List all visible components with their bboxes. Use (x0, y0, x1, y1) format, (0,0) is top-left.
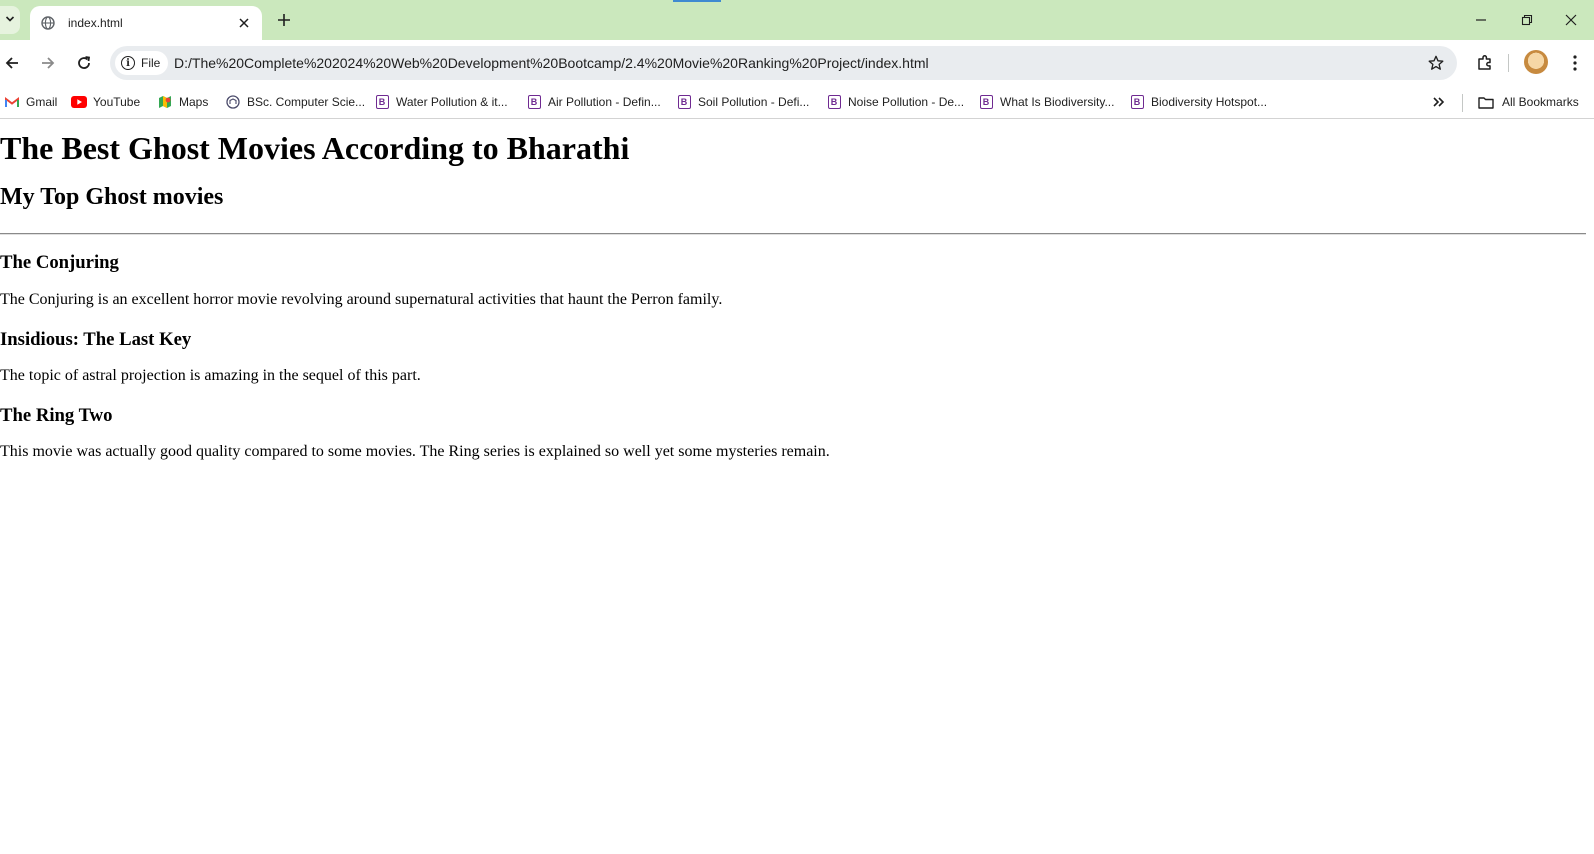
bookmark-label: YouTube (93, 95, 141, 109)
folder-icon (1478, 94, 1494, 110)
bookmark-page-icon: B (374, 94, 390, 110)
site-info-label: File (141, 56, 161, 70)
bookmark-page-icon: B (676, 94, 692, 110)
arrow-right-icon (42, 57, 55, 69)
page-subtitle: My Top Ghost movies (0, 184, 224, 210)
extensions-icon[interactable] (1470, 48, 1500, 78)
bookmark-gmail[interactable]: Gmail (4, 92, 57, 112)
bookmark-page-icon: B (526, 94, 542, 110)
plus-icon (278, 14, 290, 26)
maps-icon (157, 94, 173, 110)
movie-title: The Conjuring (0, 252, 119, 273)
bookmark-label: Noise Pollution - De... (848, 95, 965, 109)
toolbar-divider (1508, 54, 1509, 72)
bookmark-maps[interactable]: Maps (157, 92, 208, 112)
reload-button[interactable] (68, 47, 100, 79)
bookmark-page-icon: B (826, 94, 842, 110)
bookmark-label: Air Pollution - Defin... (548, 95, 661, 109)
bookmark-noise-pollution[interactable]: B Noise Pollution - De... (826, 92, 964, 112)
movie-description: The Conjuring is an excellent horror mov… (0, 291, 723, 308)
reload-icon (78, 56, 91, 69)
back-button[interactable] (0, 47, 28, 79)
restore-icon (1521, 14, 1533, 26)
movie-description: The topic of astral projection is amazin… (0, 367, 421, 384)
tab-title: index.html (68, 16, 123, 30)
tab-search-button[interactable] (0, 6, 20, 34)
site-info-chip[interactable]: i File (115, 51, 169, 75)
bookmarks-divider (1462, 94, 1463, 112)
bookmark-label: What Is Biodiversity... (1000, 95, 1115, 109)
bookmark-label: Maps (179, 95, 209, 109)
page-title: The Best Ghost Movies According to Bhara… (0, 130, 630, 166)
bookmark-label: Water Pollution & it... (396, 95, 508, 109)
bookmark-star-icon[interactable] (1425, 52, 1447, 74)
bookmark-page-icon: B (978, 94, 994, 110)
bookmark-air-pollution[interactable]: B Air Pollution - Defin... (526, 92, 661, 112)
close-icon (1565, 14, 1577, 26)
close-window-button[interactable] (1548, 0, 1594, 40)
tab-active[interactable]: index.html (30, 6, 262, 40)
bookmarks-bar: Gmail YouTube Maps BSc. Computer Scie...… (0, 86, 1594, 119)
browser-toolbar: i File D:/The%20Complete%202024%20Web%20… (0, 40, 1594, 86)
bookmark-what-is-biodiversity[interactable]: B What Is Biodiversity... (978, 92, 1114, 112)
gmail-icon (4, 94, 20, 110)
bookmark-water-pollution[interactable]: B Water Pollution & it... (374, 92, 508, 112)
more-menu-icon[interactable] (1560, 48, 1590, 78)
bookmark-page-icon: B (1129, 94, 1145, 110)
profile-avatar[interactable] (1524, 50, 1548, 74)
movie-title: The Ring Two (0, 405, 113, 426)
horizontal-rule (0, 233, 1586, 235)
bookmark-label: Soil Pollution - Defi... (698, 95, 810, 109)
movie-description: This movie was actually good quality com… (0, 443, 830, 460)
info-icon: i (121, 56, 135, 70)
bookmark-soil-pollution[interactable]: B Soil Pollution - Defi... (676, 92, 809, 112)
url-text[interactable]: D:/The%20Complete%202024%20Web%20Develop… (174, 46, 929, 80)
chevron-down-icon (5, 11, 15, 29)
forward-button[interactable] (32, 47, 64, 79)
youtube-icon (71, 94, 87, 110)
all-bookmarks-label: All Bookmarks (1502, 95, 1579, 109)
bookmark-label: BSc. Computer Scie... (247, 95, 366, 109)
restore-button[interactable] (1504, 0, 1550, 40)
bookmark-biodiversity-hotspot[interactable]: B Biodiversity Hotspot... (1129, 92, 1267, 112)
bookmark-bsc-computer-science[interactable]: BSc. Computer Scie... (225, 92, 365, 112)
arrow-left-icon (5, 57, 18, 69)
minimize-icon (1476, 19, 1486, 21)
all-bookmarks-button[interactable]: All Bookmarks (1478, 92, 1579, 112)
bookmarks-overflow-chevron-icon[interactable] (1428, 92, 1450, 112)
globe-icon (40, 15, 56, 31)
bookmark-label: Gmail (26, 95, 58, 109)
title-bar: index.html (0, 0, 1594, 40)
bookmark-youtube[interactable]: YouTube (71, 92, 140, 112)
address-bar[interactable]: i File D:/The%20Complete%202024%20Web%20… (110, 46, 1457, 80)
minimize-button[interactable] (1458, 0, 1504, 40)
page-content: The Best Ghost Movies According to Bhara… (0, 119, 1594, 854)
university-icon (225, 94, 241, 110)
bookmark-label: Biodiversity Hotspot... (1151, 95, 1268, 109)
window-accent-line (673, 0, 721, 2)
close-tab-icon[interactable] (234, 13, 254, 33)
movie-title: Insidious: The Last Key (0, 329, 192, 350)
new-tab-button[interactable] (272, 8, 296, 32)
